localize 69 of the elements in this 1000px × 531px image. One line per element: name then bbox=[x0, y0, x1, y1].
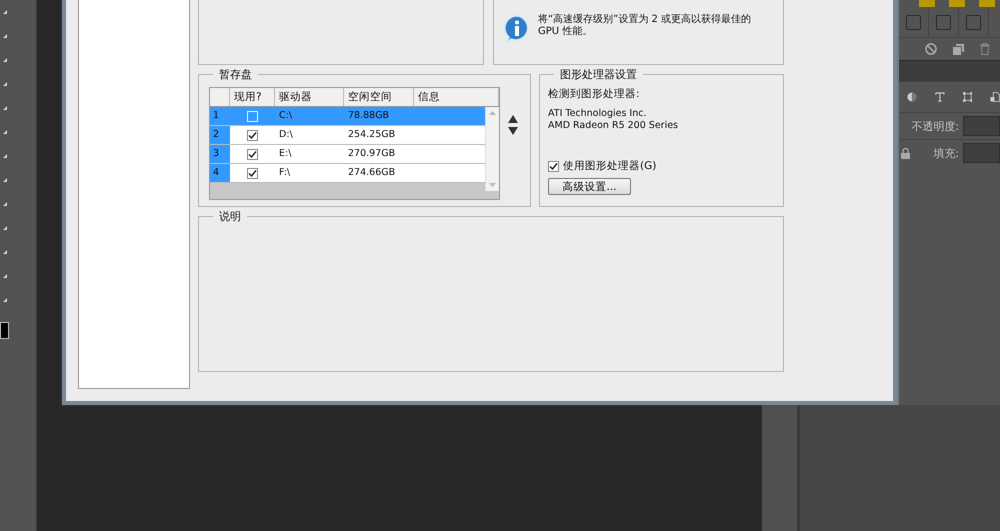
tool-corner-icon[interactable] bbox=[3, 154, 7, 158]
tool-corner-icon[interactable] bbox=[3, 274, 7, 278]
tool-corner-icon[interactable] bbox=[3, 250, 7, 254]
foreground-color-swatch[interactable] bbox=[0, 322, 9, 339]
row-number: 3 bbox=[210, 145, 230, 163]
adjustment-icon[interactable] bbox=[907, 91, 917, 103]
column-header[interactable]: 信息 bbox=[414, 88, 499, 106]
table-cell-text: 274.66GB bbox=[347, 166, 396, 180]
tool-corner-icon[interactable] bbox=[3, 10, 7, 14]
table-row[interactable]: 2 D:\ 254.25GB bbox=[210, 126, 485, 145]
column-header[interactable]: 空闲空间 bbox=[344, 88, 414, 106]
gpu-model: AMD Radeon R5 200 Series bbox=[548, 120, 680, 132]
table-cell-text: 270.97GB bbox=[347, 147, 396, 161]
tool-corner-icon[interactable] bbox=[3, 34, 7, 38]
fill-label: 填充: bbox=[933, 146, 959, 160]
row-number: 2 bbox=[210, 126, 230, 144]
document-icon[interactable] bbox=[990, 91, 1000, 103]
table-cell-text: 78.88GB bbox=[347, 109, 390, 123]
move-up-icon[interactable] bbox=[508, 115, 518, 123]
table-row[interactable]: 3 E:\ 270.97GB bbox=[210, 145, 485, 164]
tool-corner-icon[interactable] bbox=[3, 82, 7, 86]
tool-corner-icon[interactable] bbox=[3, 178, 7, 182]
checkmark-icon bbox=[248, 150, 257, 158]
swatch-slot[interactable] bbox=[906, 14, 921, 30]
group-title: 暂存盘 bbox=[213, 67, 258, 82]
color-swatch[interactable] bbox=[979, 0, 995, 7]
table-row[interactable]: 4 F:\ 274.66GB bbox=[210, 164, 485, 183]
tool-corner-icon[interactable] bbox=[3, 106, 7, 110]
tool-corner-icon[interactable] bbox=[3, 298, 7, 302]
checkbox[interactable] bbox=[548, 160, 559, 172]
advanced-settings-button[interactable]: 高级设置... bbox=[548, 178, 631, 195]
column-header[interactable]: 驱动器 bbox=[275, 88, 344, 106]
table-cell-text: 254.25GB bbox=[347, 128, 396, 142]
lock-icon[interactable] bbox=[901, 148, 910, 158]
checkbox-label[interactable]: 使用图形处理器(G) bbox=[563, 159, 656, 173]
color-swatch[interactable] bbox=[919, 0, 935, 7]
checkmark-icon bbox=[248, 168, 257, 178]
tool-corner-icon[interactable] bbox=[3, 58, 7, 62]
table-cell-text: D:\ bbox=[278, 128, 294, 142]
fill-field[interactable] bbox=[963, 143, 1000, 163]
group-title: 图形处理器设置 bbox=[554, 67, 643, 82]
no-entry-icon[interactable] bbox=[925, 43, 937, 55]
new-layer-icon[interactable] bbox=[953, 44, 964, 54]
column-header[interactable]: 现用? bbox=[230, 88, 275, 106]
table-cell-text: F:\ bbox=[278, 166, 292, 180]
table-row[interactable]: 1 C:\ 78.88GB bbox=[210, 107, 485, 126]
row-number: 4 bbox=[210, 164, 230, 182]
opacity-label: 不透明度: bbox=[911, 118, 959, 134]
gpu-vendor: ATI Technologies Inc. bbox=[548, 108, 648, 120]
tool-corner-icon[interactable] bbox=[3, 226, 7, 230]
checkbox[interactable] bbox=[247, 130, 258, 140]
info-text: 将“高速缓存级别”设置为 2 或更高以获得最佳的 GPU 性能。 bbox=[538, 14, 752, 38]
checkbox[interactable] bbox=[247, 168, 258, 178]
checkmark-icon bbox=[549, 162, 558, 170]
transform-icon[interactable] bbox=[962, 91, 972, 103]
move-down-icon[interactable] bbox=[508, 127, 518, 135]
opacity-field[interactable] bbox=[963, 116, 1000, 136]
checkmark-icon bbox=[248, 130, 257, 140]
swatch-slot[interactable] bbox=[936, 14, 951, 30]
table-cell-text: C:\ bbox=[278, 109, 294, 123]
detected-label: 检测到图形处理器: bbox=[548, 87, 641, 101]
tool-corner-icon[interactable] bbox=[3, 202, 7, 206]
color-swatch[interactable] bbox=[949, 0, 965, 7]
swatch-slot[interactable] bbox=[966, 14, 981, 30]
table-cell-text: E:\ bbox=[278, 147, 292, 161]
checkbox[interactable] bbox=[247, 148, 258, 160]
group-title: 说明 bbox=[213, 209, 247, 224]
type-icon[interactable] bbox=[934, 91, 944, 103]
tool-corner-icon[interactable] bbox=[3, 130, 7, 134]
